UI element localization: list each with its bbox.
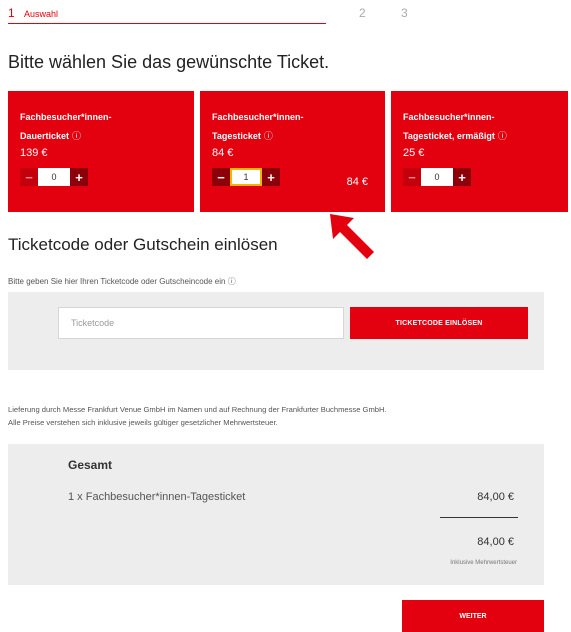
ticket-name-line2: Tagesticket, ermäßigt xyxy=(403,131,495,141)
increment-button[interactable]: + xyxy=(453,168,471,186)
quantity-input[interactable] xyxy=(230,168,262,186)
ticketcode-section-title: Ticketcode oder Gutschein einlösen xyxy=(8,235,278,254)
ticket-card-ermaessigt: Fachbesucher*innen- Tagesticket, ermäßig… xyxy=(391,91,568,212)
ticket-name: Fachbesucher*innen- Tagesticket ⓘ xyxy=(212,108,304,146)
redeem-ticketcode-button[interactable]: TICKETCODE EINLÖSEN xyxy=(350,307,528,339)
ticketcode-panel: TICKETCODE EINLÖSEN xyxy=(8,292,544,370)
step-3[interactable]: 3 xyxy=(401,6,408,20)
info-icon[interactable]: ⓘ xyxy=(72,131,81,141)
increment-button[interactable]: + xyxy=(70,168,88,186)
page-title: Bitte wählen Sie das gewünschte Ticket. xyxy=(8,52,330,72)
quantity-input[interactable] xyxy=(38,168,70,186)
ticket-subtotal: 84 € xyxy=(346,176,368,188)
ticketcode-hint: Bitte geben Sie hier Ihren Ticketcode od… xyxy=(8,277,236,286)
summary-divider xyxy=(440,517,518,518)
quantity-stepper: − + xyxy=(212,168,280,186)
ticket-price: 84 € xyxy=(212,147,234,159)
ticket-card-dauerticket: Fachbesucher*innen- Dauerticket ⓘ 139 € −… xyxy=(8,91,194,212)
step-1-label: Auswahl xyxy=(24,9,59,19)
summary-vat-note: Inklusive Mehrwertsteuer xyxy=(450,560,517,566)
ticket-name-line2: Tagesticket xyxy=(212,131,261,141)
summary-item: 1 x Fachbesucher*innen-Tagesticket xyxy=(68,491,246,503)
decrement-button[interactable]: − xyxy=(403,168,421,186)
ticket-name-line2: Dauerticket xyxy=(20,131,70,141)
order-summary: Gesamt 1 x Fachbesucher*innen-Tagesticke… xyxy=(8,444,544,585)
legal-line-2: Alle Preise verstehen sich inklusive jew… xyxy=(8,418,278,427)
ticket-name-line1: Fachbesucher*innen- xyxy=(403,112,495,122)
ticket-name-line1: Fachbesucher*innen- xyxy=(212,112,304,122)
continue-button[interactable]: WEITER xyxy=(402,600,544,632)
summary-item-price: 84,00 € xyxy=(477,491,514,503)
increment-button[interactable]: + xyxy=(262,168,280,186)
ticket-price: 139 € xyxy=(20,147,48,159)
info-icon[interactable]: ⓘ xyxy=(264,131,273,141)
legal-line-1: Lieferung durch Messe Frankfurt Venue Gm… xyxy=(8,405,387,414)
ticket-name: Fachbesucher*innen- Dauerticket ⓘ xyxy=(20,108,112,146)
ticket-price: 25 € xyxy=(403,147,425,159)
ticket-name-line1: Fachbesucher*innen- xyxy=(20,112,112,122)
quantity-stepper: − + xyxy=(20,168,88,186)
ticket-name: Fachbesucher*innen- Tagesticket, ermäßig… xyxy=(403,108,507,146)
info-icon[interactable]: ⓘ xyxy=(498,131,507,141)
ticketcode-input[interactable] xyxy=(58,307,344,339)
step-1-active[interactable]: 1 Auswahl xyxy=(8,6,326,24)
step-1-number: 1 xyxy=(8,6,15,20)
ticket-card-tagesticket: Fachbesucher*innen- Tagesticket ⓘ 84 € − … xyxy=(200,91,385,212)
legal-notice: Lieferung durch Messe Frankfurt Venue Gm… xyxy=(8,403,387,429)
summary-total: 84,00 € xyxy=(477,536,514,548)
decrement-button[interactable]: − xyxy=(20,168,38,186)
quantity-input[interactable] xyxy=(421,168,453,186)
annotation-arrow-icon xyxy=(330,214,374,259)
progress-steps: 1 Auswahl 2 3 xyxy=(8,6,568,26)
quantity-stepper: − + xyxy=(403,168,471,186)
summary-title: Gesamt xyxy=(68,458,113,472)
decrement-button[interactable]: − xyxy=(212,168,230,186)
step-2[interactable]: 2 xyxy=(359,6,366,20)
